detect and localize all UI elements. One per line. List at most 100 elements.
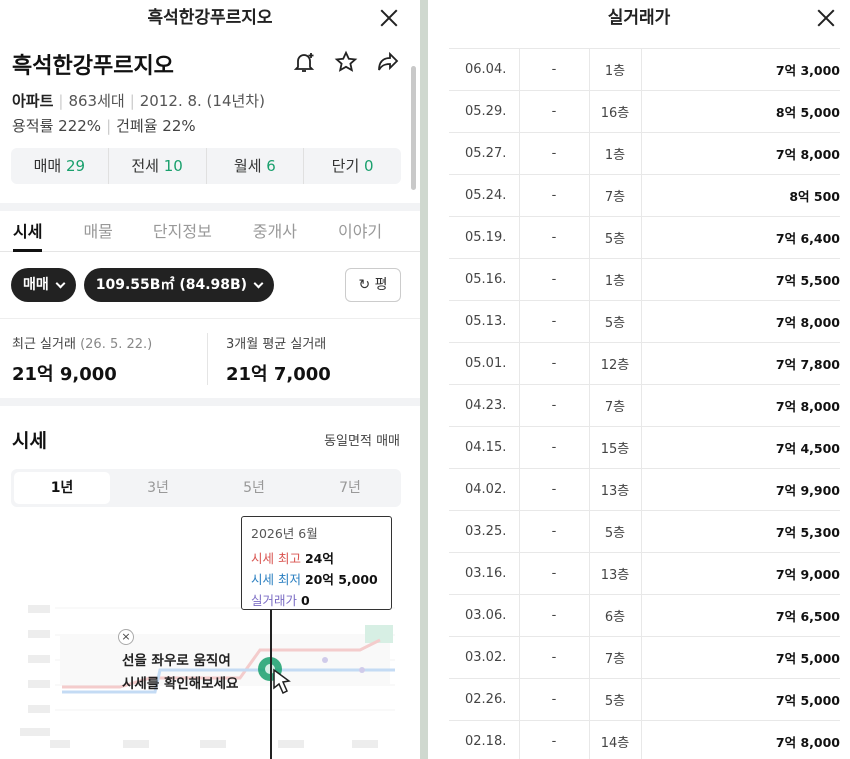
trade-date: 05.29.	[449, 90, 520, 133]
trade-price: 7억 9,900	[641, 468, 840, 511]
trade-price: 7억 6,400	[641, 216, 840, 259]
trade-type: -	[519, 468, 590, 511]
trade-price: 7억 4,500	[641, 426, 840, 469]
trade-floor: 5층	[589, 300, 642, 343]
share-icon[interactable]	[374, 48, 402, 76]
hint-close-icon[interactable]: ×	[118, 629, 134, 645]
trade-floor: 1층	[589, 48, 642, 91]
trade-price: 7억 8,000	[641, 300, 840, 343]
tooltip-min-label: 시세 최저	[251, 572, 301, 587]
trade-date: 03.16.	[449, 552, 520, 595]
refresh-icon: ↻	[358, 277, 371, 293]
unit-toggle-button[interactable]: ↻ 평	[345, 268, 401, 302]
panel-header: 흑석한강푸르지오	[0, 0, 420, 36]
tab-agents[interactable]: 중개사	[253, 212, 297, 251]
chart-tooltip: 2026년 6월 시세 최고 24억 시세 최저 20억 5,000 실거래가 …	[241, 516, 392, 610]
tab-listings[interactable]: 매물	[83, 212, 112, 251]
table-row[interactable]: 04.15. -15층 7억 4,500	[449, 426, 840, 469]
trade-table: 06.04. -1층 7억 3,000 05.29. -16층 8억 5,000 05.27…	[449, 48, 840, 759]
filter-row: 매매 109.55B㎡ (84.98B)	[11, 268, 275, 302]
trade-type: -	[519, 552, 590, 595]
trade-type: -	[519, 636, 590, 679]
chevron-down-icon	[253, 278, 264, 288]
trade-type: -	[519, 594, 590, 637]
trade-date: 06.04.	[449, 48, 520, 91]
trade-date: 03.06.	[449, 594, 520, 637]
trade-type: -	[519, 720, 590, 759]
trade-floor: 1층	[589, 132, 642, 175]
tab-bar: 시세 매물 단지정보 중개사 이야기	[0, 212, 420, 252]
tab-stories[interactable]: 이야기	[338, 212, 382, 251]
avg-trade-value: 21억 7,000	[226, 364, 331, 385]
trade-price: 7억 8,000	[641, 132, 840, 175]
deal-count-bar: 매매 29 전세 10 월세 6 단기 0	[11, 148, 401, 184]
trade-floor: 5층	[589, 216, 642, 259]
deal-count-sale[interactable]: 매매 29	[11, 148, 109, 184]
section-divider	[0, 398, 420, 406]
trade-floor: 6층	[589, 594, 642, 637]
chart-cursor-line[interactable]	[270, 610, 272, 759]
table-row[interactable]: 03.06. -6층 7억 6,500	[449, 594, 840, 637]
deal-type-select[interactable]: 매매	[11, 268, 76, 302]
table-row[interactable]: 03.25. -5층 7억 5,300	[449, 510, 840, 553]
trade-date: 04.15.	[449, 426, 520, 469]
trade-floor: 12층	[589, 342, 642, 385]
trade-floor: 5층	[589, 678, 642, 721]
trade-history-panel: 실거래가 06.04. -1층 7억 3,000 05.29. -16층 8억 5,000…	[428, 0, 850, 759]
trade-floor: 14층	[589, 720, 642, 759]
table-row[interactable]: 05.01. -12층 7억 7,800	[449, 342, 840, 385]
deal-count-monthly[interactable]: 월세 6	[207, 148, 305, 184]
built-date: 2012. 8. (14년차)	[139, 92, 265, 110]
tab-complex-info[interactable]: 단지정보	[153, 212, 212, 251]
tab-price[interactable]: 시세	[13, 212, 43, 252]
close-icon[interactable]	[814, 6, 838, 30]
trade-date: 05.19.	[449, 216, 520, 259]
period-5y[interactable]: 5년	[206, 472, 302, 504]
price-section-title: 시세	[12, 430, 47, 452]
deal-count-short[interactable]: 단기 0	[304, 148, 401, 184]
deal-count-jeonse[interactable]: 전세 10	[109, 148, 207, 184]
same-area-sale-label[interactable]: 동일면적 매매	[324, 430, 400, 449]
panel-title: 흑석한강푸르지오	[147, 8, 273, 28]
tooltip-min-value: 20억 5,000	[304, 572, 378, 587]
table-row[interactable]: 05.13. -5층 7억 8,000	[449, 300, 840, 343]
table-row[interactable]: 02.26. -5층 7억 5,000	[449, 678, 840, 721]
period-1y[interactable]: 1년	[14, 472, 110, 504]
table-row[interactable]: 03.02. -7층 7억 5,000	[449, 636, 840, 679]
table-row[interactable]: 04.02. -13층 7억 9,900	[449, 468, 840, 511]
table-row[interactable]: 06.04. -1층 7억 3,000	[449, 48, 840, 91]
avg-trade: 3개월 평균 실거래 21억 7,000	[226, 337, 331, 385]
table-row[interactable]: 05.24. -7층 8억 500	[449, 174, 840, 217]
table-row[interactable]: 04.23. -7층 7억 8,000	[449, 384, 840, 427]
recent-trade: 최근 실거래 (26. 5. 22.) 21억 9,000	[12, 337, 153, 385]
panel-header: 실거래가	[428, 0, 850, 36]
trade-type: -	[519, 342, 590, 385]
table-row[interactable]: 05.16. -1층 7억 5,500	[449, 258, 840, 301]
period-selector: 1년 3년 5년 7년	[11, 469, 401, 507]
chevron-down-icon	[55, 278, 66, 288]
trade-price: 7억 8,000	[641, 384, 840, 427]
complex-ratios: 용적률 222% | 건폐율 22%	[12, 117, 196, 135]
table-row[interactable]: 03.16. -13층 7억 9,000	[449, 552, 840, 595]
trade-date: 05.24.	[449, 174, 520, 217]
period-7y[interactable]: 7년	[302, 472, 398, 504]
building-coverage-ratio: 건폐율 22%	[116, 117, 196, 135]
trade-price: 8억 5,000	[641, 90, 840, 133]
bell-plus-icon[interactable]	[290, 48, 318, 76]
area-select[interactable]: 109.55B㎡ (84.98B)	[83, 268, 275, 302]
star-icon[interactable]	[332, 48, 360, 76]
table-row[interactable]: 02.18. -14층 7억 8,000	[449, 720, 840, 759]
table-row[interactable]: 05.27. -1층 7억 8,000	[449, 132, 840, 175]
close-icon[interactable]	[377, 6, 401, 30]
building-type: 아파트	[12, 92, 54, 110]
table-row[interactable]: 05.29. -16층 8억 5,000	[449, 90, 840, 133]
period-3y[interactable]: 3년	[110, 472, 206, 504]
table-row[interactable]: 05.19. -5층 7억 6,400	[449, 216, 840, 259]
trade-type: -	[519, 258, 590, 301]
trade-price: 7억 5,000	[641, 678, 840, 721]
trade-price: 7억 5,000	[641, 636, 840, 679]
tooltip-date: 2026년 6월	[251, 526, 318, 541]
trade-price: 7억 5,500	[641, 258, 840, 301]
floor-area-ratio: 용적률 222%	[12, 117, 102, 135]
trade-type: -	[519, 510, 590, 553]
